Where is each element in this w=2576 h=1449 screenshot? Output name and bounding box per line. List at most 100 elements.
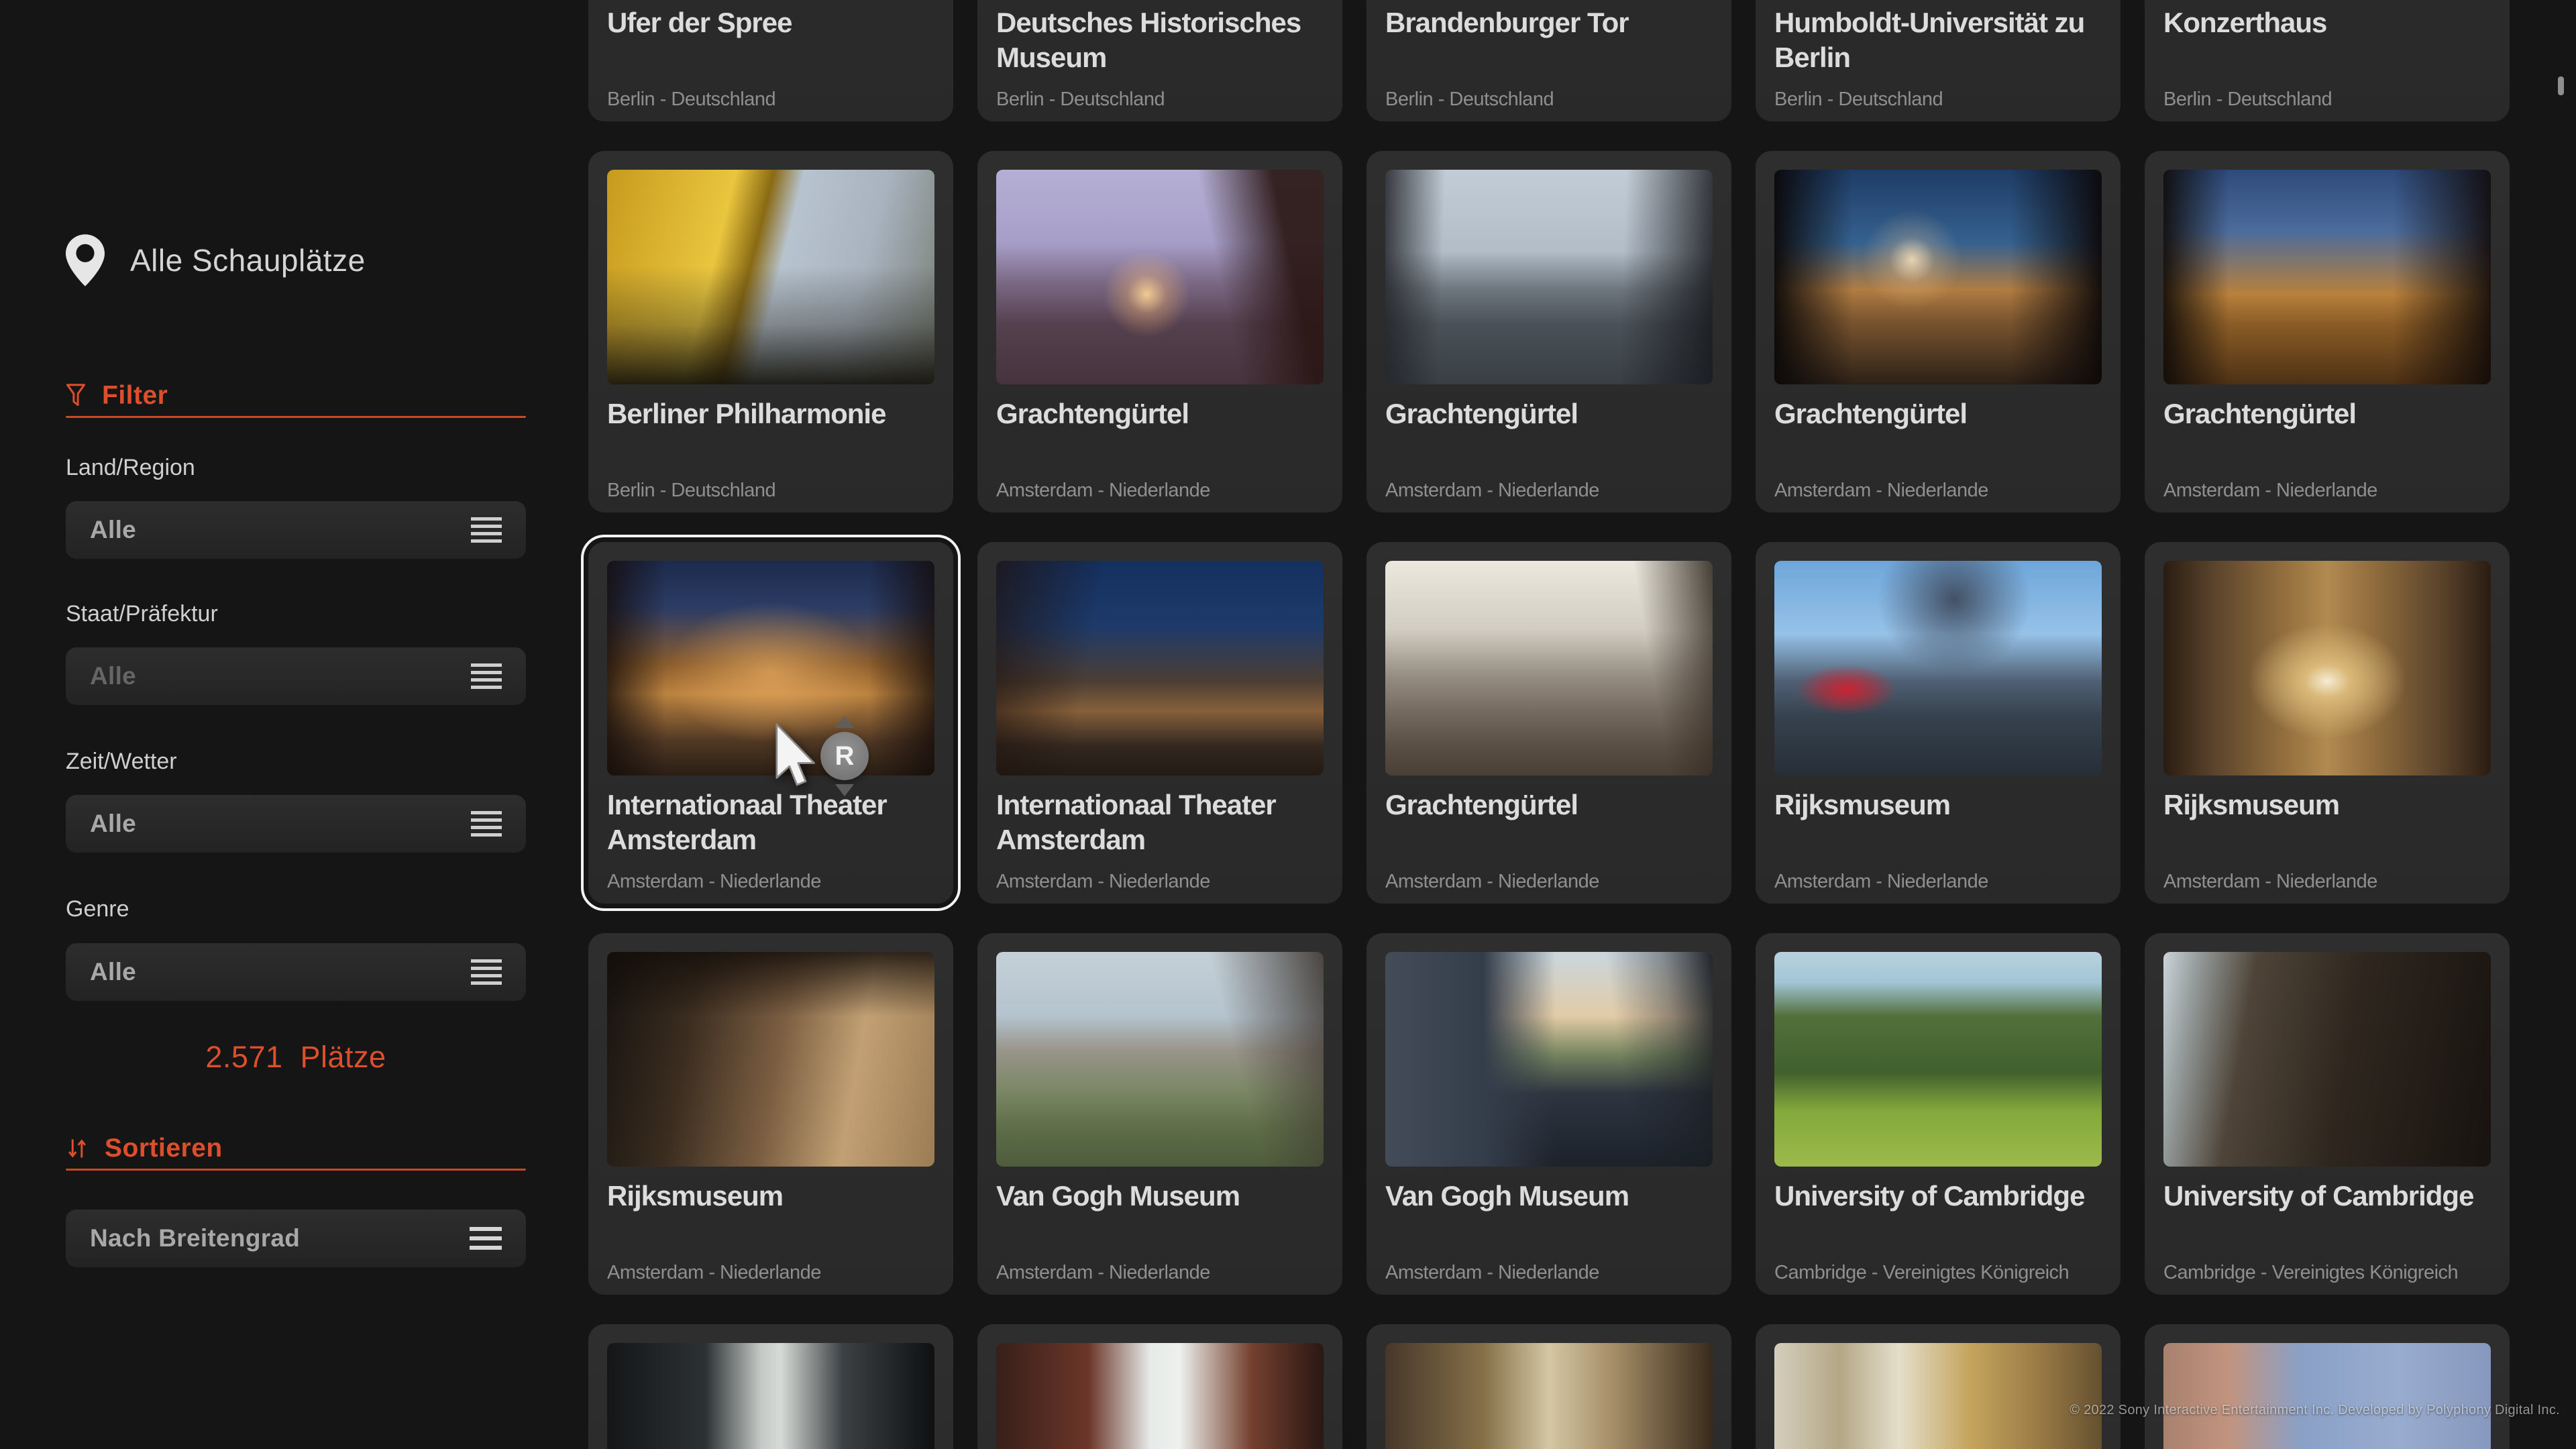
location-card[interactable]: Grachtengürtel Amsterdam - Niederlande <box>977 151 1342 513</box>
location-card[interactable]: Grachtengürtel Amsterdam - Niederlande <box>1756 151 2121 513</box>
location-subtitle: Cambridge - Vereinigtes Königreich <box>1774 1262 2104 1284</box>
location-thumbnail <box>996 1343 1324 1449</box>
location-title: Rijksmuseum <box>1774 788 2104 822</box>
weather-dropdown[interactable]: Alle <box>66 795 526 853</box>
right-stick-scroll-hint: R <box>820 716 869 796</box>
location-card[interactable]: Humboldt-Universität zu BerlinBerlin - D… <box>1756 0 2121 121</box>
location-subtitle: Amsterdam - Niederlande <box>996 1262 1326 1284</box>
sort-heading: Sortieren <box>105 1134 223 1163</box>
location-title: Grachtengürtel <box>2163 396 2493 431</box>
location-card[interactable]: Grachtengürtel Amsterdam - Niederlande <box>1366 542 1731 904</box>
location-subtitle: Berlin - Deutschland <box>607 89 937 111</box>
location-title: Internationaal Theater Amsterdam <box>996 788 1326 857</box>
scapes-location-browser: { "app": { "watermark": "© 2022 Sony Int… <box>0 0 2576 1449</box>
location-card[interactable] <box>1756 1324 2121 1449</box>
scroll-down-arrow-icon <box>835 784 854 796</box>
location-subtitle: Amsterdam - Niederlande <box>1385 480 1715 502</box>
location-card[interactable] <box>588 1324 953 1449</box>
page-title: Alle Schauplätze <box>130 242 366 278</box>
location-title: Van Gogh Museum <box>996 1179 1326 1214</box>
location-subtitle: Cambridge - Vereinigtes Königreich <box>2163 1262 2493 1284</box>
location-subtitle: Amsterdam - Niederlande <box>996 480 1326 502</box>
scrollbar-thumb[interactable] <box>2558 76 2564 95</box>
filter-label-region: Land/Region <box>66 455 526 481</box>
location-title: University of Cambridge <box>2163 1179 2493 1214</box>
location-card[interactable]: Berliner PhilharmonieBerlin - Deutschlan… <box>588 151 953 513</box>
location-subtitle: Berlin - Deutschland <box>2163 89 2493 111</box>
location-title: Rijksmuseum <box>607 1179 937 1214</box>
location-card[interactable]: Grachtengürtel Amsterdam - Niederlande <box>2145 151 2510 513</box>
location-card[interactable] <box>2145 1324 2510 1449</box>
filter-heading: Filter <box>102 381 168 411</box>
location-subtitle: Amsterdam - Niederlande <box>607 1262 937 1284</box>
location-thumbnail <box>1774 561 2102 775</box>
location-thumbnail <box>2163 1343 2491 1449</box>
menu-lines-icon <box>471 811 502 837</box>
sort-divider <box>66 1169 526 1171</box>
location-title: Deutsches Historisches Museum <box>996 5 1326 75</box>
location-card[interactable]: Grachtengürtel Amsterdam - Niederlande <box>1366 151 1731 513</box>
location-card[interactable]: Konzerthaus Berlin - Deutschland <box>2145 0 2510 121</box>
region-dropdown[interactable]: Alle <box>66 501 526 559</box>
sort-section-header: Sortieren <box>66 1134 526 1163</box>
location-thumbnail <box>607 561 934 775</box>
location-card[interactable]: Van Gogh MuseumAmsterdam - Niederlande <box>1366 933 1731 1295</box>
location-card[interactable]: Rijksmuseum Amsterdam - Niederlande <box>588 933 953 1295</box>
location-subtitle: Amsterdam - Niederlande <box>1774 480 2104 502</box>
location-card[interactable]: Brandenburger Tor Berlin - Deutschland <box>1366 0 1731 121</box>
location-thumbnail <box>1385 561 1713 775</box>
location-subtitle: Amsterdam - Niederlande <box>2163 871 2493 893</box>
location-title: Konzerthaus <box>2163 5 2493 40</box>
location-title: Grachtengürtel <box>1774 396 2104 431</box>
sort-dropdown-value: Nach Breitengrad <box>90 1224 300 1252</box>
location-card[interactable]: University of CambridgeCambridge - Verei… <box>1756 933 2121 1295</box>
location-card[interactable] <box>1366 1324 1731 1449</box>
location-card[interactable]: Internationaal Theater Amsterdam Amsterda… <box>977 542 1342 904</box>
location-title: Ufer der Spree <box>607 5 937 40</box>
location-thumbnail <box>607 170 934 384</box>
location-card[interactable]: Deutsches Historisches Museum Berlin - De… <box>977 0 1342 121</box>
weather-dropdown-value: Alle <box>90 810 136 838</box>
filter-label-genre: Genre <box>66 896 526 922</box>
sort-arrows-icon <box>66 1136 89 1161</box>
location-thumbnail <box>996 561 1324 775</box>
funnel-icon <box>66 383 86 409</box>
location-title: Brandenburger Tor <box>1385 5 1715 40</box>
menu-lines-icon <box>471 517 502 543</box>
result-count-label: Plätze <box>301 1040 386 1074</box>
sort-dropdown[interactable]: Nach Breitengrad <box>66 1210 526 1267</box>
location-title: Grachtengürtel <box>1385 396 1715 431</box>
result-count-number: 2.571 <box>205 1040 282 1074</box>
location-thumbnail <box>607 1343 934 1449</box>
menu-lines-icon <box>471 663 502 689</box>
location-subtitle: Berlin - Deutschland <box>1385 89 1715 111</box>
location-card[interactable]: Van Gogh Museum Amsterdam - Niederlande <box>977 933 1342 1295</box>
location-card[interactable]: University of Cambridge Cambridge - Verei… <box>2145 933 2510 1295</box>
state-dropdown[interactable]: Alle <box>66 647 526 705</box>
location-subtitle: Amsterdam - Niederlande <box>996 871 1326 893</box>
location-subtitle: Berlin - Deutschland <box>996 89 1326 111</box>
location-title: Grachtengürtel <box>996 396 1326 431</box>
region-dropdown-value: Alle <box>90 516 136 544</box>
location-title: Grachtengürtel <box>1385 788 1715 822</box>
location-title: Humboldt-Universität zu Berlin <box>1774 5 2104 75</box>
result-count: 2.571 Plätze <box>66 1040 526 1075</box>
genre-dropdown[interactable]: Alle <box>66 943 526 1001</box>
location-card[interactable]: Rijksmuseum Amsterdam - Niederlande <box>1756 542 2121 904</box>
genre-dropdown-value: Alle <box>90 958 136 986</box>
location-card[interactable]: RijksmuseumAmsterdam - Niederlande <box>2145 542 2510 904</box>
location-subtitle: Amsterdam - Niederlande <box>1385 871 1715 893</box>
right-stick-badge: R <box>820 732 869 780</box>
state-dropdown-value: Alle <box>90 662 136 690</box>
location-card[interactable] <box>977 1324 1342 1449</box>
location-card[interactable]: Ufer der Spree Berlin - Deutschland <box>588 0 953 121</box>
location-thumbnail <box>1385 170 1713 384</box>
location-subtitle: Amsterdam - Niederlande <box>2163 480 2493 502</box>
location-thumbnail <box>2163 952 2491 1167</box>
location-subtitle: Amsterdam - Niederlande <box>1774 871 2104 893</box>
location-thumbnail <box>1385 952 1713 1167</box>
location-card-selected[interactable]: Internationaal Theater AmsterdamAmsterda… <box>588 542 953 904</box>
location-thumbnail <box>1774 1343 2102 1449</box>
menu-lines-icon <box>470 1227 502 1250</box>
locations-grid: Ufer der SpreeBerlin - DeutschlandDeutsc… <box>588 0 2510 1449</box>
